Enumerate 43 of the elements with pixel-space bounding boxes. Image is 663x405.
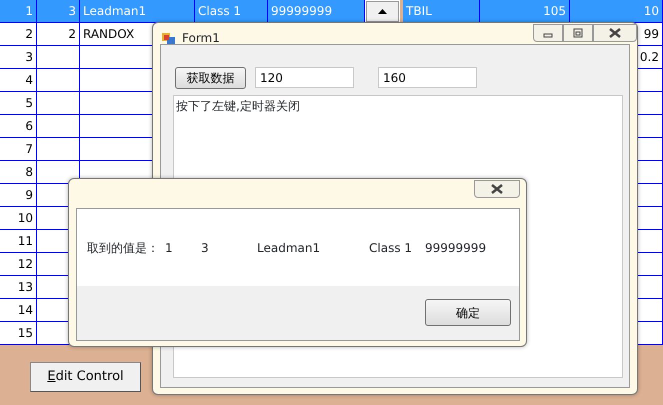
close-button[interactable] — [474, 180, 520, 198]
fetch-data-button[interactable]: 获取数据 — [175, 67, 246, 89]
table-cell: TBIL — [403, 0, 480, 23]
message-value: 99999999 — [425, 240, 486, 257]
close-icon — [491, 184, 503, 194]
row-header[interactable]: 4 — [0, 69, 37, 92]
row-header[interactable]: 5 — [0, 92, 37, 115]
table-cell: 105 — [480, 0, 570, 23]
maximize-icon — [573, 28, 583, 38]
row-header[interactable]: 3 — [0, 46, 37, 69]
message-label: 取到的值是： — [87, 240, 159, 257]
log-text: 按下了左键,定时器关闭 — [176, 98, 300, 115]
message-value: 1 — [165, 240, 173, 257]
row-header[interactable]: 12 — [0, 253, 37, 276]
row-header[interactable]: 13 — [0, 276, 37, 299]
table-cell: 3 — [37, 0, 80, 23]
close-icon — [609, 28, 621, 38]
message-value: 3 — [201, 240, 209, 257]
row-header[interactable]: 9 — [0, 184, 37, 207]
row-header[interactable]: 11 — [0, 230, 37, 253]
close-button[interactable] — [593, 24, 637, 42]
message-value: Leadman1 — [257, 240, 320, 257]
input-field[interactable]: 160 — [378, 67, 477, 88]
table-cell: 99999999 — [268, 0, 365, 23]
input-field[interactable]: 120 — [255, 67, 354, 88]
table-cell: 2 — [37, 23, 80, 46]
table-cell: Class 1 — [195, 0, 268, 23]
row-header[interactable]: 15 — [0, 322, 37, 345]
ok-button[interactable]: 确定 — [425, 299, 511, 326]
scroll-up-button[interactable] — [366, 1, 399, 22]
message-value: Class 1 — [369, 240, 412, 257]
table-cell: 10 — [570, 0, 663, 23]
row-header[interactable]: 8 — [0, 161, 37, 184]
row-header[interactable]: 10 — [0, 207, 37, 230]
table-cell: Leadman1 — [80, 0, 195, 23]
maximize-button[interactable] — [563, 24, 593, 42]
row-header[interactable]: 14 — [0, 299, 37, 322]
up-arrow-icon — [378, 9, 387, 14]
edit-control-button[interactable]: Edit Control — [30, 362, 141, 392]
row-header[interactable]: 6 — [0, 115, 37, 138]
row-header[interactable]: 2 — [0, 23, 37, 46]
row-header[interactable]: 7 — [0, 138, 37, 161]
minimize-button[interactable] — [533, 24, 563, 42]
